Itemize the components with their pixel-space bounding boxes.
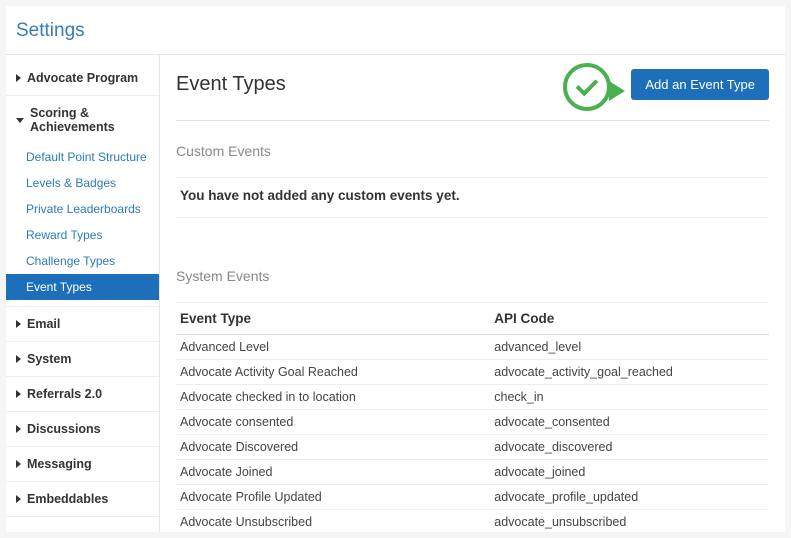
nav-sub: Default Point StructureLevels & BadgesPr… [6,144,159,306]
api-code-cell: advocate_unsubscribed [490,510,769,533]
nav-section-toggle[interactable]: Referrals 2.0 [6,377,159,411]
table-row[interactable]: Advocate Activity Goal Reachedadvocate_a… [176,360,769,385]
nav-section-toggle[interactable]: Advocate Program [6,61,159,95]
event-type-cell: Advocate consented [176,410,490,435]
nav-section-label: System [27,352,71,366]
api-code-cell: check_in [490,385,769,410]
event-type-cell: Advocate Joined [176,460,490,485]
api-code-cell: advocate_profile_updated [490,485,769,510]
add-event-type-button[interactable]: Add an Event Type [631,69,769,100]
nav-section-toggle[interactable]: Messaging [6,447,159,481]
nav-section-label: Referrals 2.0 [27,387,102,401]
nav-section-label: Embeddables [27,492,108,506]
chevron-right-icon [16,460,21,468]
content-title: Event Types [176,73,286,96]
sidebar: Advocate Program Scoring & Achievements De… [6,55,160,532]
divider [176,120,769,121]
nav-section-toggle[interactable]: Email [6,307,159,341]
api-code-cell: advocate_joined [490,460,769,485]
nav-section: Messaging [6,447,159,482]
system-events-heading: System Events [176,268,769,284]
table-header-api-code: API Code [490,303,769,335]
custom-events-heading: Custom Events [176,143,769,159]
chevron-right-icon [16,495,21,503]
table-row[interactable]: Advocate Discoveredadvocate_discovered [176,435,769,460]
success-checkmark-icon [563,63,621,117]
api-code-cell: advanced_level [490,335,769,360]
nav-section-toggle[interactable]: System [6,342,159,376]
nav-item[interactable]: Challenge Types [6,248,159,274]
chevron-right-icon [16,320,21,328]
table-row[interactable]: Advocate checked in to locationcheck_in [176,385,769,410]
nav-section-label: Discussions [27,422,101,436]
nav-section-label: Advocate Program [27,71,138,85]
nav-section: Scoring & Achievements Default Point Stru… [6,96,159,307]
chevron-down-icon [16,118,24,123]
nav-section-toggle[interactable]: Discussions [6,412,159,446]
nav-section-label: Email [27,317,60,331]
table-row[interactable]: Advocate Unsubscribedadvocate_unsubscrib… [176,510,769,533]
page-title: Settings [16,20,775,42]
main-content: Event Types Add an Event Type Custom Eve… [160,55,785,532]
nav-section: Advocate Program [6,61,159,96]
event-type-cell: Advocate checked in to location [176,385,490,410]
event-type-cell: Advocate Discovered [176,435,490,460]
table-row[interactable]: Advocate Joinedadvocate_joined [176,460,769,485]
nav-section: Discussions [6,412,159,447]
nav-section-label: Messaging [27,457,92,471]
api-code-cell: advocate_consented [490,410,769,435]
system-events-table: Event Type API Code Advanced Leveladvanc… [176,302,769,532]
nav-item[interactable]: Event Types [6,274,159,300]
nav-item[interactable]: Reward Types [6,222,159,248]
chevron-right-icon [16,74,21,82]
event-type-cell: Advanced Level [176,335,490,360]
event-type-cell: Advocate Profile Updated [176,485,490,510]
api-code-cell: advocate_activity_goal_reached [490,360,769,385]
chevron-right-icon [16,390,21,398]
table-row[interactable]: Advanced Leveladvanced_level [176,335,769,360]
nav-section: System [6,342,159,377]
table-header-event-type: Event Type [176,303,490,335]
event-type-cell: Advocate Unsubscribed [176,510,490,533]
nav-section: Email [6,307,159,342]
layout: Advocate Program Scoring & Achievements De… [6,55,785,532]
title-row: Event Types Add an Event Type [176,69,769,100]
page-header: Settings [6,6,785,55]
custom-events-empty-message: You have not added any custom events yet… [176,177,769,218]
nav-section-label: Scoring & Achievements [30,106,151,134]
table-row[interactable]: Advocate consentedadvocate_consented [176,410,769,435]
chevron-right-icon [16,355,21,363]
nav-item[interactable]: Levels & Badges [6,170,159,196]
event-type-cell: Advocate Activity Goal Reached [176,360,490,385]
nav-section: Embeddables [6,482,159,517]
nav-item[interactable]: Default Point Structure [6,144,159,170]
chevron-right-icon [16,425,21,433]
nav-item[interactable]: Private Leaderboards [6,196,159,222]
table-row[interactable]: Advocate Profile Updatedadvocate_profile… [176,485,769,510]
app-window: Settings Advocate Program Scoring & Achie… [6,6,785,532]
nav-section: Referrals 2.0 [6,377,159,412]
nav-section-toggle[interactable]: Scoring & Achievements [6,96,159,144]
api-code-cell: advocate_discovered [490,435,769,460]
nav-section-toggle[interactable]: Embeddables [6,482,159,516]
